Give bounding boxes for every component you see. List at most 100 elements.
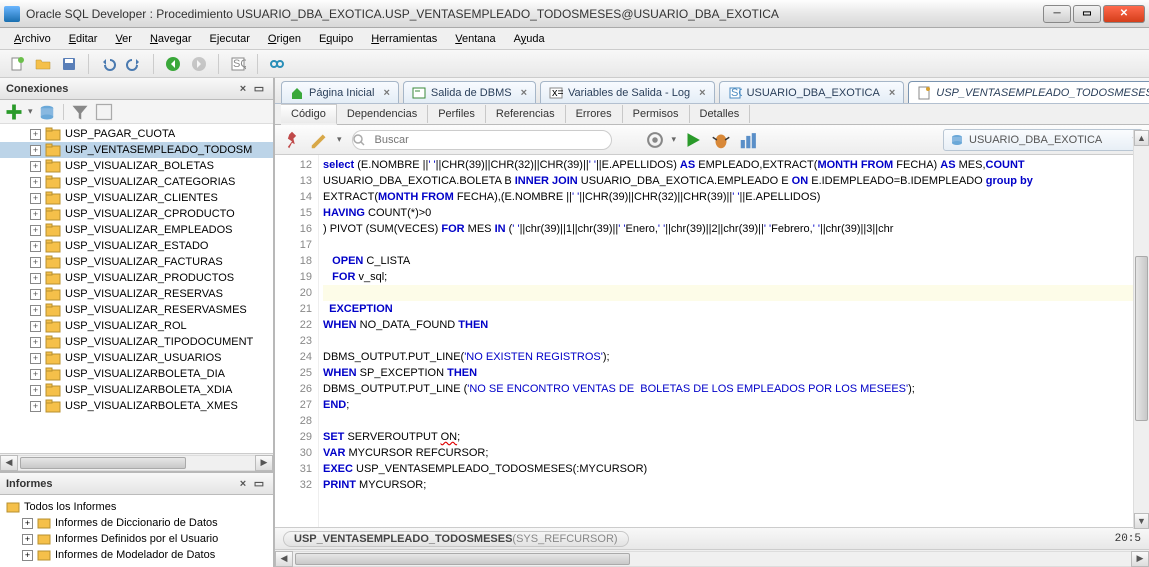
expand-icon[interactable]: + xyxy=(30,161,41,172)
search-input[interactable] xyxy=(352,130,612,150)
profile-button[interactable] xyxy=(738,129,760,151)
menu-equipo[interactable]: Equipo xyxy=(311,31,361,47)
editor-tab[interactable]: x=Variables de Salida - Log× xyxy=(540,81,715,103)
undo-button[interactable] xyxy=(97,53,119,75)
editor-scroll-right[interactable]: ▶ xyxy=(1131,551,1149,567)
back-button[interactable] xyxy=(162,53,184,75)
tree-item[interactable]: + USP_VISUALIZAR_CLIENTES xyxy=(0,190,273,206)
reports-root[interactable]: Todos los Informes xyxy=(4,499,269,515)
sql-button[interactable]: SQL xyxy=(227,53,249,75)
tree-item[interactable]: + USP_VISUALIZARBOLETA_XMES xyxy=(0,398,273,414)
tree-item[interactable]: + USP_VENTASEMPLEADO_TODOSM xyxy=(0,142,273,158)
expand-icon[interactable]: + xyxy=(30,289,41,300)
search-tree-button[interactable] xyxy=(94,102,114,122)
editor-tab[interactable]: Salida de DBMS× xyxy=(403,81,536,103)
add-connection-button[interactable] xyxy=(4,102,24,122)
panel-tab-icon[interactable]: × xyxy=(235,81,251,97)
subtab[interactable]: Dependencias xyxy=(337,105,428,123)
refresh-connections-button[interactable] xyxy=(37,102,57,122)
editor-tab[interactable]: Página Inicial× xyxy=(281,81,399,103)
subtab[interactable]: Detalles xyxy=(690,105,751,123)
tree-item[interactable]: + USP_VISUALIZAR_EMPLEADOS xyxy=(0,222,273,238)
tab-close-icon[interactable]: × xyxy=(383,87,389,99)
subtab[interactable]: Referencias xyxy=(486,105,566,123)
expand-icon[interactable]: + xyxy=(30,257,41,268)
new-button[interactable] xyxy=(6,53,28,75)
tree-item[interactable]: + USP_VISUALIZAR_PRODUCTOS xyxy=(0,270,273,286)
code-content[interactable]: select (E.NOMBRE ||' '||CHR(39)||CHR(32)… xyxy=(319,155,1149,527)
menu-ayuda[interactable]: Ayuda xyxy=(506,31,553,47)
scroll-down-button[interactable]: ▼ xyxy=(1134,513,1149,529)
subtab[interactable]: Errores xyxy=(566,105,623,123)
expand-icon[interactable]: + xyxy=(30,209,41,220)
menu-herramientas[interactable]: Herramientas xyxy=(363,31,445,47)
connection-dropdown[interactable]: USUARIO_DBA_EXOTICA xyxy=(943,129,1143,151)
editor-hscroll[interactable]: ◀ ▶ xyxy=(275,549,1149,567)
redo-button[interactable] xyxy=(123,53,145,75)
tree-item[interactable]: + USP_VISUALIZAR_ROL xyxy=(0,318,273,334)
expand-icon[interactable]: + xyxy=(30,353,41,364)
tree-item[interactable]: + USP_VISUALIZAR_ESTADO xyxy=(0,238,273,254)
editor-scroll-left[interactable]: ◀ xyxy=(275,551,293,567)
forward-button[interactable] xyxy=(188,53,210,75)
scroll-up-button[interactable]: ▲ xyxy=(1134,130,1149,146)
window-minimize-button[interactable]: ─ xyxy=(1043,5,1071,23)
menu-editar[interactable]: Editar xyxy=(61,31,106,47)
window-maximize-button[interactable]: ▭ xyxy=(1073,5,1101,23)
tree-item[interactable]: + USP_VISUALIZAR_BOLETAS xyxy=(0,158,273,174)
edit-button[interactable] xyxy=(309,129,331,151)
expand-icon[interactable]: + xyxy=(30,321,41,332)
link-button[interactable] xyxy=(266,53,288,75)
pin-button[interactable] xyxy=(281,129,303,151)
run-button[interactable] xyxy=(682,129,704,151)
report-item[interactable]: + Informes de Diccionario de Datos xyxy=(4,515,269,531)
compile-button[interactable] xyxy=(644,129,666,151)
tab-close-icon[interactable]: × xyxy=(699,87,705,99)
subtab[interactable]: Perfiles xyxy=(428,105,486,123)
expand-icon[interactable]: + xyxy=(30,193,41,204)
connections-tree[interactable]: + USP_PAGAR_CUOTA+ USP_VENTASEMPLEADO_TO… xyxy=(0,124,273,453)
tree-item[interactable]: + USP_VISUALIZAR_USUARIOS xyxy=(0,350,273,366)
scroll-left-button[interactable]: ◀ xyxy=(0,455,18,471)
expand-icon[interactable]: + xyxy=(30,129,41,140)
expand-icon[interactable]: + xyxy=(30,337,41,348)
tree-item[interactable]: + USP_VISUALIZAR_CPRODUCTO xyxy=(0,206,273,222)
reports-tree[interactable]: Todos los Informes + Informes de Diccion… xyxy=(0,495,273,567)
tree-item[interactable]: + USP_VISUALIZARBOLETA_DIA xyxy=(0,366,273,382)
expand-icon[interactable]: + xyxy=(30,385,41,396)
menu-ver[interactable]: Ver xyxy=(107,31,140,47)
reports-collapse-icon[interactable]: × xyxy=(235,476,251,492)
tree-item[interactable]: + USP_VISUALIZAR_CATEGORIAS xyxy=(0,174,273,190)
tree-item[interactable]: + USP_VISUALIZAR_FACTURAS xyxy=(0,254,273,270)
menu-archivo[interactable]: Archivo xyxy=(6,31,59,47)
debug-button[interactable] xyxy=(710,129,732,151)
expand-icon[interactable]: + xyxy=(30,401,41,412)
expand-icon[interactable]: + xyxy=(30,225,41,236)
report-item[interactable]: + Informes Definidos por el Usuario xyxy=(4,531,269,547)
scroll-right-button[interactable]: ▶ xyxy=(255,455,273,471)
reports-minimize-icon[interactable]: ▭ xyxy=(251,476,267,492)
tree-item[interactable]: + USP_VISUALIZARBOLETA_XDIA xyxy=(0,382,273,398)
expand-icon[interactable]: + xyxy=(30,241,41,252)
tree-item[interactable]: + USP_VISUALIZAR_RESERVASMES xyxy=(0,302,273,318)
tree-item[interactable]: + USP_VISUALIZAR_RESERVAS xyxy=(0,286,273,302)
subtab[interactable]: Permisos xyxy=(623,105,690,123)
expand-icon[interactable]: + xyxy=(30,305,41,316)
subtab[interactable]: Código xyxy=(281,104,337,125)
tab-close-icon[interactable]: × xyxy=(521,87,527,99)
editor-tab[interactable]: USP_VENTASEMPLEADO_TODOSMESES× xyxy=(908,81,1149,103)
open-button[interactable] xyxy=(32,53,54,75)
save-button[interactable] xyxy=(58,53,80,75)
menu-ejecutar[interactable]: Ejecutar xyxy=(202,31,258,47)
code-editor[interactable]: 1213141516171819202122232425262728293031… xyxy=(275,155,1149,527)
tree-item[interactable]: + USP_PAGAR_CUOTA xyxy=(0,126,273,142)
menu-navegar[interactable]: Navegar xyxy=(142,31,200,47)
editor-tab[interactable]: SQLUSUARIO_DBA_EXOTICA× xyxy=(719,81,905,103)
connections-hscroll[interactable]: ◀ ▶ xyxy=(0,453,273,471)
panel-minimize-icon[interactable]: ▭ xyxy=(251,81,267,97)
expand-icon[interactable]: + xyxy=(30,177,41,188)
window-close-button[interactable]: ✕ xyxy=(1103,5,1145,23)
filter-button[interactable] xyxy=(70,102,90,122)
menu-ventana[interactable]: Ventana xyxy=(447,31,503,47)
tree-item[interactable]: + USP_VISUALIZAR_TIPODOCUMENT xyxy=(0,334,273,350)
